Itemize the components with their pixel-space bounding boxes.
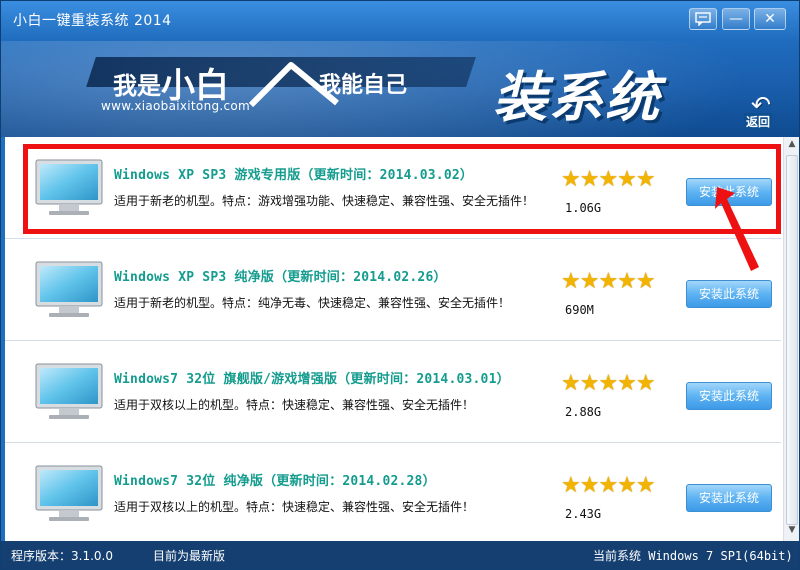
system-title: Windows XP SP3 纯净版（更新时间：2014.02.26）	[114, 270, 447, 285]
rating-stars: ★★★★★	[561, 371, 656, 396]
install-button[interactable]: 安装此系统	[686, 484, 772, 512]
monitor-icon	[35, 363, 103, 419]
list-item: Windows7 32位 旗舰版/游戏增强版（更新时间：2014.03.01） …	[5, 341, 781, 443]
system-description: 适用于双核以上的机型。特点：快速稳定、兼容性强、安全无插件！	[114, 398, 475, 412]
window-title: 小白一键重装系统 2014	[13, 13, 172, 29]
install-button[interactable]: 安装此系统	[686, 280, 772, 308]
system-size: 690M	[565, 303, 594, 317]
install-button[interactable]: 安装此系统	[686, 382, 772, 410]
scroll-up-arrow-icon[interactable]: ▲	[784, 139, 799, 153]
system-title: Windows7 32位 纯净版（更新时间：2014.02.28）	[114, 474, 436, 489]
minimize-button[interactable]: —	[722, 8, 750, 30]
header: 小白一键重装系统 2014 — ✕ 我是小白 我能自己 www.xiaobaix…	[1, 1, 799, 137]
system-title: Windows7 32位 旗舰版/游戏增强版（更新时间：2014.03.01）	[114, 372, 510, 387]
scroll-thumb[interactable]	[786, 155, 798, 525]
slogan-part1-small: 我是	[113, 72, 161, 100]
system-description: 适用于双核以上的机型。特点：快速稳定、兼容性强、安全无插件！	[114, 500, 475, 514]
status-bar: 程序版本：3.1.0.0 目前为最新版 当前系统 Windows 7 SP1(6…	[1, 541, 799, 569]
system-size: 2.43G	[565, 507, 602, 521]
highlight-box	[23, 144, 781, 234]
scrollbar[interactable]: ▲ ▼	[783, 137, 799, 541]
monitor-icon	[35, 261, 103, 317]
red-arrow-icon	[715, 187, 759, 271]
system-size: 2.88G	[565, 405, 602, 419]
site-url: www.xiaobaixitong.com	[101, 99, 251, 113]
banner-big-title: 装系统	[493, 66, 661, 129]
close-button[interactable]: ✕	[754, 8, 786, 30]
slogan-part2: 我能自己	[319, 73, 408, 98]
chat-icon	[695, 12, 711, 27]
back-label: 返回	[744, 113, 773, 130]
rating-stars: ★★★★★	[561, 473, 656, 498]
monitor-icon	[35, 465, 103, 521]
feedback-button[interactable]	[689, 8, 717, 30]
slogan-part1: 我是小白	[113, 55, 229, 106]
system-description: 适用于新老的机型。特点：纯净无毒、快速稳定、兼容性强、安全无插件！	[114, 296, 511, 310]
app-window: 小白一键重装系统 2014 — ✕ 我是小白 我能自己 www.xiaobaix…	[0, 0, 800, 570]
back-button[interactable]: ↶ 返回	[739, 91, 785, 131]
list-item: Windows7 32位 纯净版（更新时间：2014.02.28） 适用于双核以…	[5, 443, 781, 541]
list-item: Windows XP SP3 纯净版（更新时间：2014.02.26） 适用于新…	[5, 239, 781, 341]
update-status: 目前为最新版	[153, 549, 226, 563]
program-version: 程序版本：3.1.0.0	[11, 549, 113, 563]
rating-stars: ★★★★★	[561, 269, 656, 294]
scroll-down-arrow-icon[interactable]: ▼	[784, 525, 799, 539]
current-system: 当前系统 Windows 7 SP1(64bit)	[593, 549, 793, 563]
